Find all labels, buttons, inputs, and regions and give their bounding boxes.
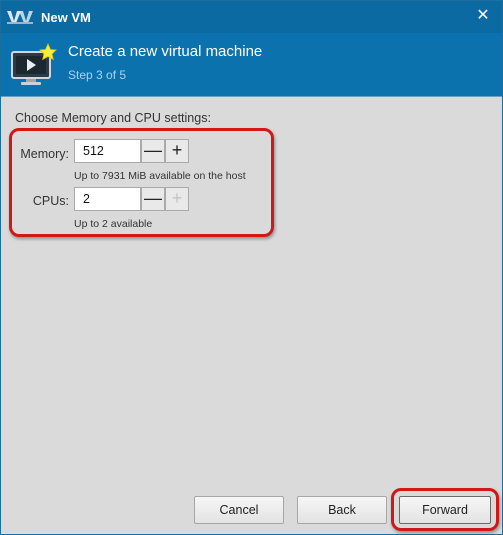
settings-highlight-annotation <box>9 128 274 237</box>
forward-highlight-annotation <box>391 488 499 531</box>
title-bar: New VM ✕ <box>1 1 502 33</box>
close-icon[interactable]: ✕ <box>474 7 492 25</box>
monitor-with-star-icon <box>11 43 57 85</box>
wizard-title: Create a new virtual machine <box>68 43 263 60</box>
window-title: New VM <box>41 10 91 25</box>
back-button[interactable]: Back <box>297 496 387 524</box>
wizard-banner: Create a new virtual machine Step 3 of 5 <box>1 33 502 97</box>
cancel-button[interactable]: Cancel <box>194 496 284 524</box>
settings-heading: Choose Memory and CPU settings: <box>15 111 211 125</box>
virt-manager-logo-icon <box>7 11 33 24</box>
new-vm-dialog: New VM ✕ Create a new virtual machine St… <box>0 0 503 535</box>
wizard-step: Step 3 of 5 <box>68 68 127 82</box>
